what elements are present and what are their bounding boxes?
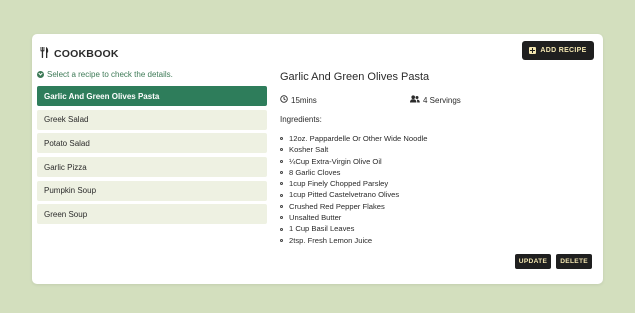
bullet-icon bbox=[280, 171, 283, 175]
ingredient-item: 8 Garlic Cloves bbox=[280, 167, 427, 178]
ingredients-list: 12oz. Pappardelle Or Other Wide Noodle K… bbox=[280, 133, 427, 246]
recipe-list: Garlic And Green Olives Pasta Greek Sala… bbox=[37, 86, 267, 228]
bullet-icon bbox=[280, 193, 283, 197]
clock-icon bbox=[280, 95, 288, 105]
bullet-icon bbox=[280, 204, 283, 208]
servings: 4 Servings bbox=[410, 95, 461, 105]
recipe-item[interactable]: Pumpkin Soup bbox=[37, 180, 267, 201]
bullet-icon bbox=[280, 159, 283, 163]
recipe-item[interactable]: Green Soup bbox=[37, 204, 267, 225]
recipe-item[interactable]: Greek Salad bbox=[37, 109, 267, 130]
cookbook-card: COOKBOOK ADD RECIPE Select a recipe to c… bbox=[32, 34, 603, 284]
ingredient-item: 2tsp. Fresh Lemon Juice bbox=[280, 235, 427, 246]
recipe-item[interactable]: Garlic And Green Olives Pasta bbox=[37, 86, 267, 106]
ingredient-item: 1cup Finely Chopped Parsley bbox=[280, 178, 427, 189]
ingredient-item: 12oz. Pappardelle Or Other Wide Noodle bbox=[280, 133, 427, 144]
servings-value: 4 Servings bbox=[423, 95, 461, 105]
ingredient-text: ¼Cup Extra-Virgin Olive Oil bbox=[289, 156, 382, 166]
recipe-detail: Garlic And Green Olives Pasta 15mins 4 S… bbox=[280, 34, 598, 284]
bullet-icon bbox=[280, 137, 283, 141]
ingredients-label: Ingredients: bbox=[280, 115, 322, 124]
utensils-icon bbox=[40, 45, 49, 63]
ingredient-text: Kosher Salt bbox=[289, 145, 329, 155]
update-button[interactable]: UPDATE bbox=[514, 254, 552, 269]
delete-button[interactable]: DELETE bbox=[556, 254, 592, 269]
ingredient-item: Kosher Salt bbox=[280, 144, 427, 155]
app-title: COOKBOOK bbox=[54, 48, 119, 60]
recipe-actions: UPDATE DELETE bbox=[514, 254, 592, 269]
ingredient-item: 1 Cup Basil Leaves bbox=[280, 223, 427, 234]
recipe-item[interactable]: Potato Salad bbox=[37, 133, 267, 154]
ingredient-text: Crushed Red Pepper Flakes bbox=[289, 201, 385, 211]
ingredient-text: 8 Garlic Cloves bbox=[289, 167, 341, 177]
app-brand: COOKBOOK bbox=[40, 45, 119, 63]
arrow-down-circle-icon bbox=[37, 71, 44, 78]
users-icon bbox=[410, 95, 420, 105]
ingredient-item: ¼Cup Extra-Virgin Olive Oil bbox=[280, 156, 427, 167]
recipe-title: Garlic And Green Olives Pasta bbox=[280, 71, 430, 83]
select-hint: Select a recipe to check the details. bbox=[37, 70, 173, 79]
ingredient-text: 2tsp. Fresh Lemon Juice bbox=[289, 235, 373, 245]
bullet-icon bbox=[280, 148, 283, 152]
ingredient-item: Unsalted Butter bbox=[280, 212, 427, 223]
bullet-icon bbox=[280, 227, 283, 231]
ingredient-text: 12oz. Pappardelle Or Other Wide Noodle bbox=[289, 134, 428, 143]
ingredient-text: 1cup Pitted Castelvetrano Olives bbox=[289, 190, 400, 200]
ingredient-text: Unsalted Butter bbox=[289, 213, 342, 223]
cook-time-value: 15mins bbox=[291, 95, 317, 105]
recipe-item[interactable]: Garlic Pizza bbox=[37, 157, 267, 178]
ingredient-text: 1 Cup Basil Leaves bbox=[289, 224, 355, 234]
bullet-icon bbox=[280, 182, 283, 186]
cook-time: 15mins bbox=[280, 95, 317, 105]
bullet-icon bbox=[280, 238, 283, 242]
bullet-icon bbox=[280, 216, 283, 220]
hint-text: Select a recipe to check the details. bbox=[47, 70, 173, 79]
ingredient-item: 1cup Pitted Castelvetrano Olives bbox=[280, 189, 427, 200]
ingredient-text: 1cup Finely Chopped Parsley bbox=[289, 179, 389, 189]
ingredient-item: Crushed Red Pepper Flakes bbox=[280, 201, 427, 212]
